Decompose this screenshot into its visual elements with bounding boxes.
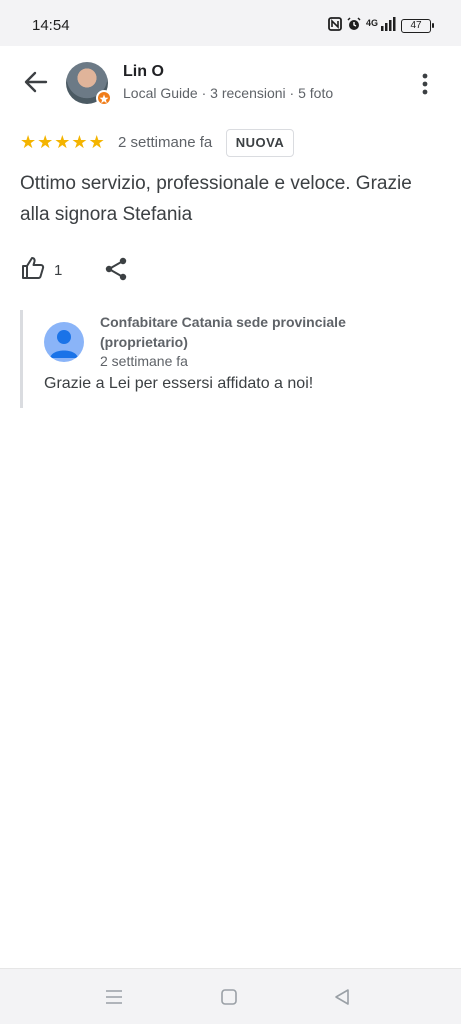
owner-avatar-icon bbox=[44, 322, 84, 362]
status-icons: 4G 47 bbox=[328, 17, 434, 34]
user-name[interactable]: Lin O bbox=[123, 63, 164, 81]
status-bar: 14:54 4G 47 bbox=[0, 0, 461, 46]
star-icon: ★ bbox=[37, 132, 54, 152]
battery-icon: 47 bbox=[401, 18, 434, 33]
network-type: 4G bbox=[365, 17, 378, 28]
star-rating: ★ ★ ★ ★ ★ bbox=[20, 133, 105, 151]
user-avatar[interactable] bbox=[66, 62, 112, 106]
like-count: 1 bbox=[54, 262, 63, 279]
user-meta: Local Guide · 3 recensioni · 5 foto bbox=[123, 85, 334, 101]
more-vert-icon[interactable] bbox=[415, 72, 435, 96]
alarm-icon bbox=[347, 17, 361, 34]
review-time: 2 settimane fa bbox=[118, 134, 213, 151]
local-guide-badge-icon bbox=[96, 90, 112, 106]
owner-name: Confabitare Catania sede provinciale (pr… bbox=[100, 314, 346, 350]
menu-icon[interactable] bbox=[102, 985, 126, 1009]
status-time: 14:54 bbox=[32, 17, 70, 34]
share-icon[interactable] bbox=[103, 256, 129, 282]
new-badge: NUOVA bbox=[226, 129, 294, 157]
star-icon: ★ bbox=[71, 132, 88, 152]
home-icon[interactable] bbox=[217, 985, 241, 1009]
star-icon: ★ bbox=[20, 132, 37, 152]
back-arrow-icon[interactable] bbox=[22, 68, 50, 96]
battery-level: 47 bbox=[410, 19, 422, 31]
system-nav-bar bbox=[0, 968, 461, 1024]
back-icon[interactable] bbox=[330, 985, 354, 1009]
review-text: Ottimo servizio, professionale e veloce.… bbox=[20, 173, 412, 225]
thumb-up-icon bbox=[20, 255, 46, 286]
nfc-icon bbox=[328, 17, 342, 34]
star-icon: ★ bbox=[54, 132, 71, 152]
like-button[interactable]: 1 bbox=[20, 255, 62, 286]
signal-icon bbox=[380, 17, 396, 34]
star-icon: ★ bbox=[88, 132, 105, 152]
owner-reply-text: Grazie a Lei per essersi affidato a noi! bbox=[44, 375, 314, 392]
owner-reply-time: 2 settimane fa bbox=[100, 353, 188, 369]
owner-reply: Confabitare Catania sede provinciale (pr… bbox=[20, 310, 440, 408]
